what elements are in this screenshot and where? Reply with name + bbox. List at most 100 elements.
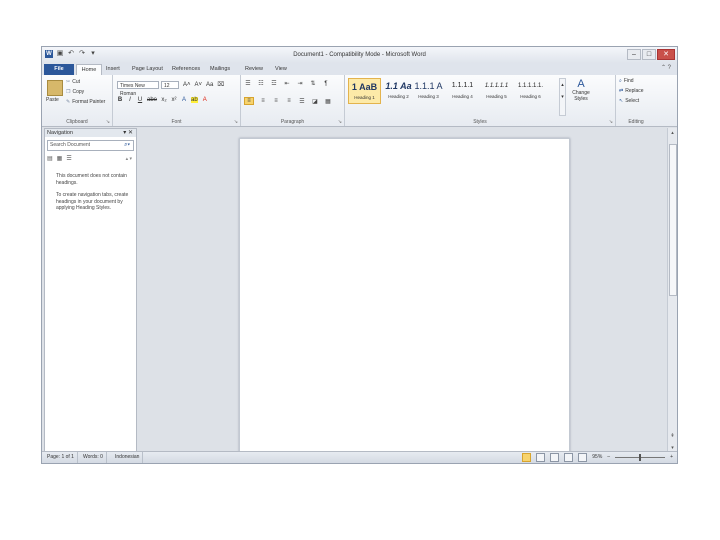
tab-insert[interactable]: Insert <box>106 64 120 75</box>
view-zoom-controls: 95% – + <box>522 452 673 463</box>
font-row1: A˄ A˅ Aa ⌧ <box>183 81 224 89</box>
scroll-prev-page-icon[interactable]: ⇞ <box>668 433 677 439</box>
format-painter-button[interactable]: ✎ Format Painter <box>66 99 105 105</box>
zoom-in-button[interactable]: + <box>670 452 673 463</box>
italic-button[interactable]: I <box>127 97 133 103</box>
select-button[interactable]: ↖ Select <box>619 98 639 104</box>
tab-review[interactable]: Review <box>245 64 263 75</box>
paste-button[interactable]: Paste <box>46 97 59 103</box>
browse-results-icon[interactable]: ☰ <box>66 155 71 162</box>
style-preview: 1.1.1 A <box>414 81 443 91</box>
ribbon-home: Paste ✂ Cut ❐ Copy ✎ Format Painter Clipboa… <box>42 75 677 127</box>
paragraph-launcher-icon[interactable]: ↘ <box>338 119 342 125</box>
word-count[interactable]: Words: 0 <box>80 452 107 463</box>
tab-page-layout[interactable]: Page Layout <box>132 64 163 75</box>
document-page[interactable] <box>239 138 570 458</box>
tab-view[interactable]: View <box>275 64 287 75</box>
replace-icon: ⇄ <box>619 88 624 94</box>
style-name: Heading 4 <box>452 94 473 99</box>
grow-font-button[interactable]: A˄ <box>183 82 191 88</box>
align-right-button[interactable]: ≡ <box>272 98 280 104</box>
decrease-indent-button[interactable]: ⇤ <box>283 80 291 87</box>
superscript-button[interactable]: x² <box>171 97 177 103</box>
tab-mailings[interactable]: Mailings <box>210 64 230 75</box>
style-heading-5[interactable]: 1.1.1.1.1 Heading 5 <box>480 78 513 104</box>
browse-headings-icon[interactable]: ▤ <box>47 155 53 162</box>
font-size-select[interactable]: 12 <box>161 81 179 89</box>
clipboard-launcher-icon[interactable]: ↘ <box>106 119 110 125</box>
zoom-slider[interactable] <box>615 454 666 461</box>
tab-file[interactable]: File <box>44 64 74 75</box>
multilevel-button[interactable]: ☲ <box>270 80 278 87</box>
change-styles-label: Change Styles <box>572 90 590 102</box>
tab-references[interactable]: References <box>172 64 200 75</box>
text-effects-button[interactable]: A <box>181 97 187 103</box>
align-center-button[interactable]: ≡ <box>259 98 267 104</box>
bullets-button[interactable]: ☰ <box>244 80 252 87</box>
group-editing: ⌕ Find ⇄ Replace ↖ Select Editing <box>616 75 656 126</box>
scissors-icon: ✂ <box>66 79 71 85</box>
close-button[interactable]: ✕ <box>657 49 675 60</box>
paste-icon[interactable] <box>47 80 63 96</box>
increase-indent-button[interactable]: ⇥ <box>296 80 304 87</box>
vertical-scrollbar[interactable]: ▴ ⇞ ▾ <box>667 128 677 453</box>
underline-button[interactable]: U <box>137 97 143 103</box>
replace-label: Replace <box>625 88 644 94</box>
group-label-clipboard: Clipboard <box>66 119 88 125</box>
subscript-button[interactable]: x₂ <box>161 97 167 103</box>
style-heading-2[interactable]: 1.1 Aa Heading 2 <box>382 78 415 104</box>
copy-button[interactable]: ❐ Copy <box>66 89 84 95</box>
font-color-button[interactable]: A <box>202 97 208 103</box>
justify-button[interactable]: ≡ <box>285 98 293 104</box>
search-icon[interactable]: ⌕▾ <box>124 141 130 150</box>
numbering-button[interactable]: ☷ <box>257 80 265 87</box>
draft-icon[interactable] <box>578 453 588 462</box>
font-name-select[interactable]: Times New Roman <box>117 81 159 97</box>
change-styles-button[interactable]: A Change Styles <box>570 78 592 102</box>
style-heading-3[interactable]: 1.1.1 A Heading 3 <box>412 78 445 104</box>
print-layout-icon[interactable] <box>522 453 532 462</box>
sort-button[interactable]: ⇅ <box>309 80 317 87</box>
brush-icon: ✎ <box>66 99 71 105</box>
web-layout-icon[interactable] <box>550 453 560 462</box>
zoom-level[interactable]: 95% <box>592 452 602 463</box>
highlight-button[interactable]: ab <box>191 97 198 103</box>
styles-gallery-scroll[interactable]: ▴ ▾ <box>559 78 566 116</box>
line-spacing-button[interactable]: ☰ <box>298 98 306 105</box>
borders-button[interactable]: ▦ <box>324 98 332 105</box>
binoculars-icon: ⌕ <box>619 78 622 84</box>
style-heading-1[interactable]: 1 AaB Heading 1 <box>348 78 381 104</box>
style-heading-6[interactable]: 1.1.1.1.1. Heading 6 <box>514 78 547 104</box>
scroll-up-icon[interactable]: ▴ <box>668 130 677 136</box>
navigation-tabs: ▤ ▦ ☰ ▴ ▾ <box>47 154 134 163</box>
language-status[interactable]: Indonesian <box>112 452 144 463</box>
align-left-button[interactable]: ≡ <box>244 97 254 105</box>
replace-button[interactable]: ⇄ Replace <box>619 88 644 94</box>
strikethrough-button[interactable]: abe <box>147 97 157 103</box>
search-document-input[interactable]: Search Document ⌕▾ <box>47 140 134 151</box>
styles-launcher-icon[interactable]: ↘ <box>609 119 613 125</box>
style-heading-4[interactable]: 1.1.1.1 Heading 4 <box>446 78 479 104</box>
nav-prev-next-icon[interactable]: ▴ ▾ <box>126 156 132 162</box>
word-window: W ▣ ↶ ↷ ▾ Document1 - Compatibility Mode… <box>41 46 678 464</box>
group-label-paragraph: Paragraph <box>280 119 305 125</box>
maximize-button[interactable]: □ <box>642 49 656 60</box>
clear-format-icon[interactable]: ⌧ <box>217 81 224 88</box>
outline-icon[interactable] <box>564 453 574 462</box>
scroll-thumb[interactable] <box>669 144 677 296</box>
help-icon[interactable]: ⌃ ? <box>661 64 671 71</box>
cut-button[interactable]: ✂ Cut <box>66 79 80 85</box>
shading-button[interactable]: ◪ <box>311 98 319 105</box>
page-count[interactable]: Page: 1 of 1 <box>44 452 78 463</box>
bold-button[interactable]: B <box>117 97 123 103</box>
font-launcher-icon[interactable]: ↘ <box>234 119 238 125</box>
navigation-close-icon[interactable]: ▾ ✕ <box>123 129 133 137</box>
zoom-out-button[interactable]: – <box>607 452 610 463</box>
browse-pages-icon[interactable]: ▦ <box>57 155 63 162</box>
full-screen-icon[interactable] <box>536 453 546 462</box>
minimize-button[interactable]: – <box>627 49 641 60</box>
find-button[interactable]: ⌕ Find <box>619 78 634 84</box>
show-marks-button[interactable]: ¶ <box>322 81 330 87</box>
shrink-font-button[interactable]: A˅ <box>195 82 203 88</box>
change-case-button[interactable]: Aa <box>206 82 213 88</box>
